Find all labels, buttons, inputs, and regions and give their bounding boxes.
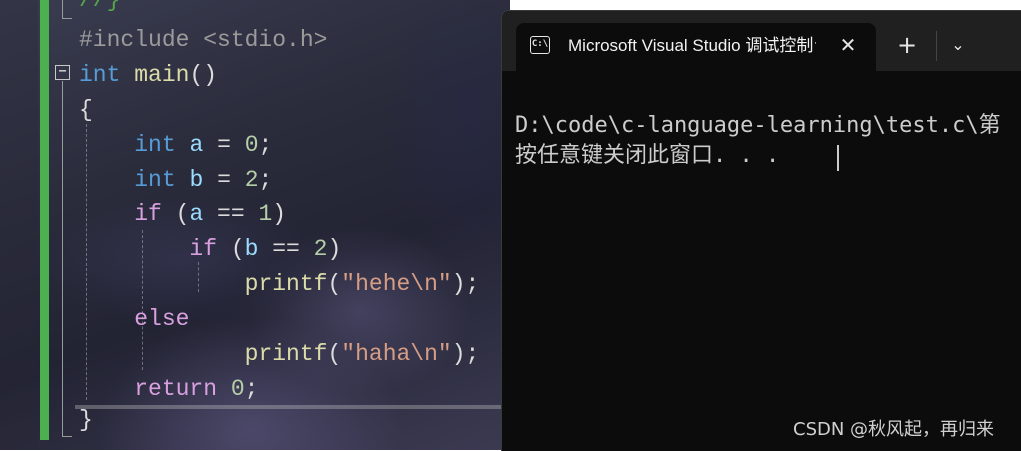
fold-guide (62, 81, 63, 437)
code-line[interactable]: int b = 2; (79, 166, 272, 194)
code-token: 1 (258, 201, 273, 227)
code-token: ); (451, 341, 480, 367)
code-line[interactable]: //} (79, 0, 120, 14)
code-token: "haha\n" (341, 341, 452, 367)
code-token: a (189, 132, 204, 158)
tab-divider (936, 31, 937, 61)
text-cursor (837, 145, 839, 171)
fold-guide-top-end (62, 18, 72, 19)
code-token: 2 (313, 236, 328, 262)
code-token: { (79, 97, 93, 123)
change-indicator-bar (40, 0, 49, 440)
tab-debug-console[interactable]: C:\ Microsoft Visual Studio 调试控制台 ✕ (516, 23, 876, 71)
code-token: ( (327, 341, 342, 367)
code-token: a (189, 201, 204, 227)
code-token: ; (258, 132, 273, 158)
fold-guide-end (62, 436, 72, 437)
code-token: } (79, 407, 93, 433)
code-token: b (189, 167, 204, 193)
code-token: printf (244, 341, 328, 367)
tab-title: Microsoft Visual Studio 调试控制台 (568, 36, 816, 55)
chevron-down-icon[interactable]: ⌄ (946, 33, 970, 57)
code-token: int (134, 167, 176, 193)
code-token: = (203, 132, 245, 158)
code-token: return (134, 376, 218, 402)
code-line[interactable]: printf("hehe\n"); (79, 270, 480, 298)
code-token: ( (217, 236, 245, 262)
code-token: 0 (244, 132, 259, 158)
code-token: ; (258, 167, 273, 193)
watermark: CSDN @秋风起，再归来 (793, 419, 995, 440)
terminal-output-line: 按任意键关闭此窗口. . . (515, 143, 780, 168)
code-line[interactable]: else (79, 305, 189, 333)
code-token: ( (327, 271, 342, 297)
code-token: if (134, 201, 162, 227)
code-token: 0 (230, 376, 245, 402)
new-tab-button[interactable]: + (895, 33, 919, 57)
code-line[interactable]: int a = 0; (79, 131, 272, 159)
tab-bar: C:\ Microsoft Visual Studio 调试控制台 ✕ + ⌄ (502, 11, 1021, 71)
code-line[interactable]: #include <stdio.h> (79, 26, 327, 54)
code-token: b (244, 236, 259, 262)
code-token: #include <stdio.h> (79, 27, 328, 53)
code-token: "hehe\n" (341, 271, 452, 297)
code-token: if (189, 236, 218, 262)
code-token: == (258, 236, 314, 262)
code-token: ) (327, 236, 342, 262)
code-line[interactable]: if (b == 2) (79, 235, 341, 263)
code-line[interactable]: if (a == 1) (79, 200, 286, 228)
code-line[interactable]: { (79, 96, 93, 124)
code-token: int (134, 132, 176, 158)
horizontal-scrollbar[interactable] (75, 405, 510, 409)
editor-gutter (0, 0, 38, 450)
terminal-window[interactable]: C:\ Microsoft Visual Studio 调试控制台 ✕ + ⌄ … (501, 10, 1021, 451)
code-token: ; (244, 376, 259, 402)
collapse-icon[interactable]: − (55, 65, 70, 80)
code-token: main (134, 62, 190, 88)
code-token: == (203, 201, 259, 227)
code-line[interactable]: } (79, 406, 93, 434)
code-token: int (79, 62, 121, 88)
code-token: printf (244, 271, 328, 297)
close-icon[interactable]: ✕ (836, 33, 860, 57)
console-icon: C:\ (530, 36, 550, 54)
code-token: = (203, 167, 245, 193)
code-token: 2 (244, 167, 259, 193)
code-editor[interactable]: − //} #include <stdio.h> int main(){ int a… (0, 0, 510, 450)
code-line[interactable]: return 0; (79, 375, 258, 403)
code-token: ) (272, 201, 287, 227)
code-token: ); (451, 271, 480, 297)
code-line[interactable]: printf("haha\n"); (79, 340, 480, 368)
code-token: ( (161, 201, 190, 227)
fold-guide-top (62, 0, 63, 18)
code-token: else (134, 306, 190, 332)
code-token: //} (79, 0, 121, 13)
terminal-output-line: D:\code\c-language-learning\test.c\第 (515, 113, 1001, 138)
code-line[interactable]: int main() (79, 61, 217, 89)
code-token: () (189, 62, 218, 88)
